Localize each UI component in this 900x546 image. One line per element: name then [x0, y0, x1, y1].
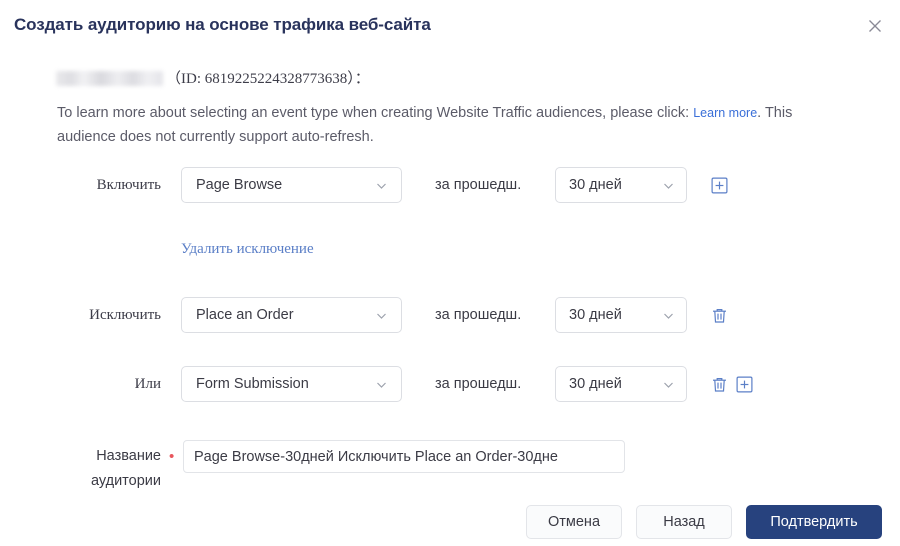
exclude-event-value: Place an Order: [196, 307, 294, 323]
chevron-down-icon: [662, 179, 675, 192]
audience-id-text: （ID: 6819225224328773638）：: [166, 71, 370, 87]
or-event-select[interactable]: Form Submission: [181, 366, 402, 402]
exclude-period-label: за прошедш.: [435, 307, 522, 323]
chevron-down-icon: [375, 309, 388, 322]
or-row-label: Или: [134, 375, 161, 392]
trash-icon-or[interactable]: [710, 375, 728, 393]
required-marker: •: [169, 448, 175, 465]
exclude-days-select[interactable]: 30 дней: [555, 297, 687, 333]
remove-exclusion-link[interactable]: Удалить исключение: [181, 241, 314, 258]
include-event-value: Page Browse: [196, 177, 283, 193]
chevron-down-icon: [375, 378, 388, 391]
exclude-row-label: Исключить: [89, 306, 161, 323]
intro-description: To learn more about selecting an event t…: [57, 101, 847, 149]
audience-id-line: （ID: 6819225224328773638）：: [56, 67, 370, 88]
create-audience-dialog: Создать аудиторию на основе трафика веб-…: [0, 0, 900, 546]
exclude-event-select[interactable]: Place an Order: [181, 297, 402, 333]
cancel-button[interactable]: Отмена: [526, 504, 622, 539]
rule-row-include: Включить Page Browse за прошедш. 30 дней: [0, 167, 900, 203]
or-period-label: за прошедш.: [435, 376, 522, 392]
or-days-select[interactable]: 30 дней: [555, 366, 687, 402]
include-period-label: за прошедш.: [435, 177, 522, 193]
chevron-down-icon: [662, 378, 675, 391]
audience-name-label-line1: Название: [96, 448, 161, 464]
or-days-value: 30 дней: [569, 376, 622, 392]
audience-name-label-line2: аудитории: [90, 473, 161, 489]
or-event-value: Form Submission: [196, 376, 309, 392]
close-icon[interactable]: [864, 15, 886, 37]
include-row-label: Включить: [96, 176, 161, 193]
chevron-down-icon: [662, 309, 675, 322]
plus-square-icon-include[interactable]: [710, 176, 728, 194]
redacted-account-name: [56, 71, 163, 86]
include-days-value: 30 дней: [569, 177, 622, 193]
audience-name-input[interactable]: [183, 440, 625, 473]
trash-icon-exclude[interactable]: [710, 306, 728, 324]
dialog-title: Создать аудиторию на основе трафика веб-…: [14, 15, 431, 34]
confirm-button[interactable]: Подтвердить: [746, 504, 882, 539]
include-days-select[interactable]: 30 дней: [555, 167, 687, 203]
intro-text-before: To learn more about selecting an event t…: [57, 105, 694, 121]
include-event-select[interactable]: Page Browse: [181, 167, 402, 203]
chevron-down-icon: [375, 179, 388, 192]
rule-row-exclude: Исключить Place an Order за прошедш. 30 …: [0, 297, 900, 333]
exclude-days-value: 30 дней: [569, 307, 622, 323]
plus-square-icon-or[interactable]: [735, 375, 753, 393]
rule-row-or: Или Form Submission за прошедш. 30 дней: [0, 366, 900, 402]
back-button[interactable]: Назад: [636, 504, 732, 539]
dialog-header: Создать аудиторию на основе трафика веб-…: [0, 0, 900, 52]
dialog-footer: Отмена Назад Подтвердить: [0, 497, 900, 546]
learn-more-link[interactable]: Learn more: [693, 106, 757, 120]
audience-name-label: Название аудитории: [60, 444, 161, 494]
